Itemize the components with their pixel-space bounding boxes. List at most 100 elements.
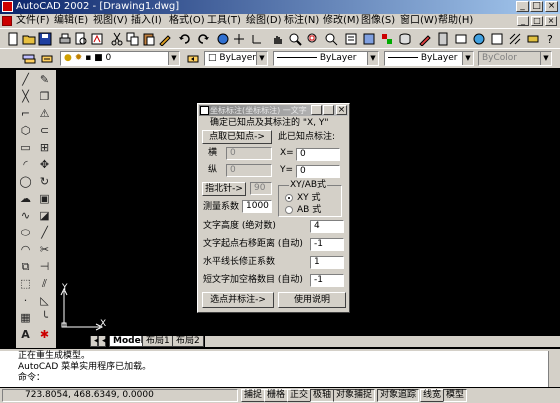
publish-icon[interactable] <box>454 32 468 46</box>
pick-known-point-button[interactable]: 点取已知点-> <box>202 130 272 144</box>
arc-icon[interactable]: ◜ <box>18 157 33 172</box>
menu-file[interactable]: 文件(F) <box>16 15 50 27</box>
document-icon[interactable] <box>2 16 12 26</box>
hyperlink-icon[interactable] <box>216 32 230 46</box>
dbconnect-icon[interactable] <box>398 32 412 46</box>
menu-draw[interactable]: 绘图(D) <box>246 15 282 27</box>
web-icon[interactable] <box>472 32 486 46</box>
print-preview-icon[interactable] <box>74 32 88 46</box>
insert-block-icon[interactable]: ⧉ <box>18 259 33 274</box>
lengthen-icon[interactable]: ╱ <box>37 225 52 240</box>
maximize-button[interactable]: □ <box>530 1 543 12</box>
match-properties-icon[interactable] <box>158 32 172 46</box>
make-layer-current-icon[interactable] <box>40 52 54 66</box>
hline-factor-input[interactable]: 1 <box>310 256 344 269</box>
lineweight-combobox[interactable]: ByLayer ▼ <box>384 51 474 66</box>
explode-icon[interactable]: ✱ <box>37 327 52 342</box>
revision-cloud-icon[interactable]: ☁ <box>18 191 33 206</box>
tool-palette-icon[interactable] <box>380 32 394 46</box>
cut-icon[interactable] <box>110 32 124 46</box>
color-combobox[interactable]: □ ByLayer ▼ <box>204 51 268 66</box>
trim-icon[interactable]: ✂ <box>37 242 52 257</box>
make-block-icon[interactable]: ⬚ <box>18 276 33 291</box>
color-dropdown-arrow-icon[interactable]: ▼ <box>256 52 267 65</box>
plotstyle-combobox[interactable]: ByColor ▼ <box>478 51 552 66</box>
menu-view[interactable]: 视图(V) <box>93 15 128 27</box>
help-icon[interactable]: ? <box>543 32 557 46</box>
zong-input[interactable]: 0 <box>226 164 272 177</box>
tab-layout1[interactable]: 布局1 <box>142 336 174 347</box>
markup-icon[interactable] <box>418 32 432 46</box>
lineweight-dropdown-arrow-icon[interactable]: ▼ <box>462 52 473 65</box>
zoom-previous-icon[interactable] <box>324 32 338 46</box>
break-icon[interactable]: ⫽ <box>37 276 52 291</box>
stretch-icon[interactable]: ◪ <box>37 208 52 223</box>
select-and-label-button[interactable]: 选点并标注-> <box>202 292 274 308</box>
minimize-button[interactable]: _ <box>516 1 529 12</box>
osnap-toggle[interactable]: 对象捕捉 <box>333 389 376 402</box>
menu-modify[interactable]: 修改(M) <box>323 15 359 27</box>
multiline-text-icon[interactable]: A <box>18 327 33 342</box>
scale-input[interactable]: 1000 <box>242 200 272 213</box>
save-icon[interactable] <box>38 32 52 46</box>
mode-xy-radio[interactable] <box>285 194 293 202</box>
array-icon[interactable]: ⊞ <box>37 140 52 155</box>
horizontal-scrollbar[interactable] <box>205 336 560 347</box>
snap-toggle[interactable]: 捕捉 <box>241 389 266 402</box>
chamfer-icon[interactable]: ◺ <box>37 293 52 308</box>
ucs-icon[interactable] <box>250 32 264 46</box>
model-toggle[interactable]: 模型 <box>443 389 468 402</box>
plot-icon[interactable] <box>90 32 104 46</box>
tab-scroll-first-icon[interactable]: ◂ <box>90 336 99 347</box>
tab-scroll-prev-icon[interactable]: ◂ <box>98 336 107 347</box>
polygon-icon[interactable]: ⬡ <box>18 123 33 138</box>
point-icon[interactable]: · <box>18 293 33 308</box>
layer-previous-icon[interactable] <box>186 52 200 66</box>
north-angle-input[interactable]: 90 <box>250 182 272 195</box>
rotate-icon[interactable]: ↻ <box>37 174 52 189</box>
spline-icon[interactable]: ∿ <box>18 208 33 223</box>
autocad-app-icon[interactable] <box>2 1 13 12</box>
hatch-draw-icon[interactable]: ▦ <box>18 310 33 325</box>
heng-input[interactable]: 0 <box>226 147 272 160</box>
help-instructions-button[interactable]: 使用说明 <box>278 292 346 308</box>
menu-dimension[interactable]: 标注(N) <box>284 15 319 27</box>
undo-icon[interactable] <box>178 32 192 46</box>
print-icon[interactable] <box>58 32 72 46</box>
dialog-close-button[interactable]: × <box>336 105 347 115</box>
pan-icon[interactable] <box>270 32 284 46</box>
dialog-minimize-button[interactable] <box>311 105 322 115</box>
otrack-toggle[interactable]: 对象追踪 <box>377 389 420 402</box>
polar-toggle[interactable]: 极轴 <box>310 389 335 402</box>
linetype-combobox[interactable]: ByLayer ▼ <box>273 51 379 66</box>
layer-manager-icon[interactable] <box>22 52 36 66</box>
properties-icon[interactable] <box>344 32 358 46</box>
hatch-icon[interactable] <box>508 32 522 46</box>
doc-restore-button[interactable]: □ <box>531 16 543 26</box>
fillet-icon[interactable]: ╰ <box>37 310 52 325</box>
circle-icon[interactable]: ◯ <box>18 174 33 189</box>
zoom-realtime-icon[interactable] <box>288 32 302 46</box>
text-height-input[interactable]: 4 <box>310 220 344 233</box>
zoom-window-icon[interactable] <box>306 32 320 46</box>
erase-icon[interactable]: ✎ <box>37 72 52 87</box>
redo-icon[interactable] <box>196 32 210 46</box>
close-button[interactable]: × <box>545 1 558 12</box>
polyline-icon[interactable]: ⌐ <box>18 106 33 121</box>
new-file-icon[interactable] <box>6 32 20 46</box>
preview-icon[interactable] <box>490 32 504 46</box>
doc-close-button[interactable]: × <box>545 16 557 26</box>
construction-line-icon[interactable]: ╳ <box>18 89 33 104</box>
menu-insert[interactable]: 插入(I) <box>131 15 162 27</box>
ellipse-arc-icon[interactable]: ◠ <box>18 242 33 257</box>
mode-ab-radio[interactable] <box>285 206 293 214</box>
tab-layout2[interactable]: 布局2 <box>172 336 204 347</box>
paste-icon[interactable] <box>142 32 156 46</box>
rectangle-icon[interactable]: ▭ <box>18 140 33 155</box>
command-prompt[interactable]: 命令： <box>18 373 560 384</box>
doc-minimize-button[interactable]: _ <box>517 16 529 26</box>
offset-icon[interactable]: ⊂ <box>37 123 52 138</box>
move-icon[interactable]: ✥ <box>37 157 52 172</box>
dialog-maximize-button[interactable] <box>323 105 334 115</box>
menu-window[interactable]: 窗口(W) <box>400 15 438 27</box>
